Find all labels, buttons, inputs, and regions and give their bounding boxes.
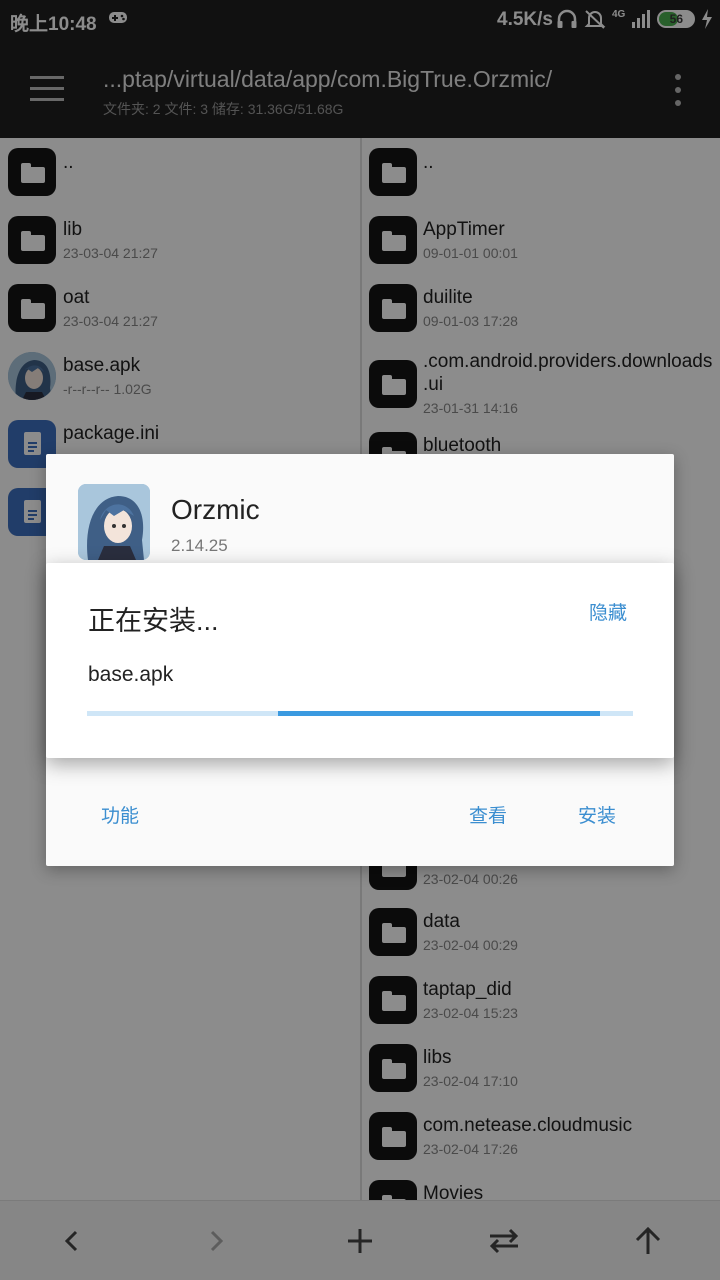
installing-file-name: base.apk: [88, 663, 174, 686]
view-button[interactable]: 查看: [469, 801, 507, 828]
progress-bar-fill: [278, 711, 601, 716]
install-button[interactable]: 安装: [578, 801, 616, 828]
progress-bar: [87, 711, 633, 716]
app-icon: [78, 484, 150, 560]
install-progress-dialog: 正在安装... 隐藏 base.apk: [46, 563, 674, 758]
battery-percent: 56: [669, 12, 684, 26]
app-version: 2.14.25: [171, 536, 228, 555]
app-name: Orzmic: [171, 494, 260, 525]
function-button[interactable]: 功能: [101, 801, 139, 828]
progress-title: 正在安装...: [88, 606, 219, 636]
hide-button[interactable]: 隐藏: [589, 598, 627, 625]
